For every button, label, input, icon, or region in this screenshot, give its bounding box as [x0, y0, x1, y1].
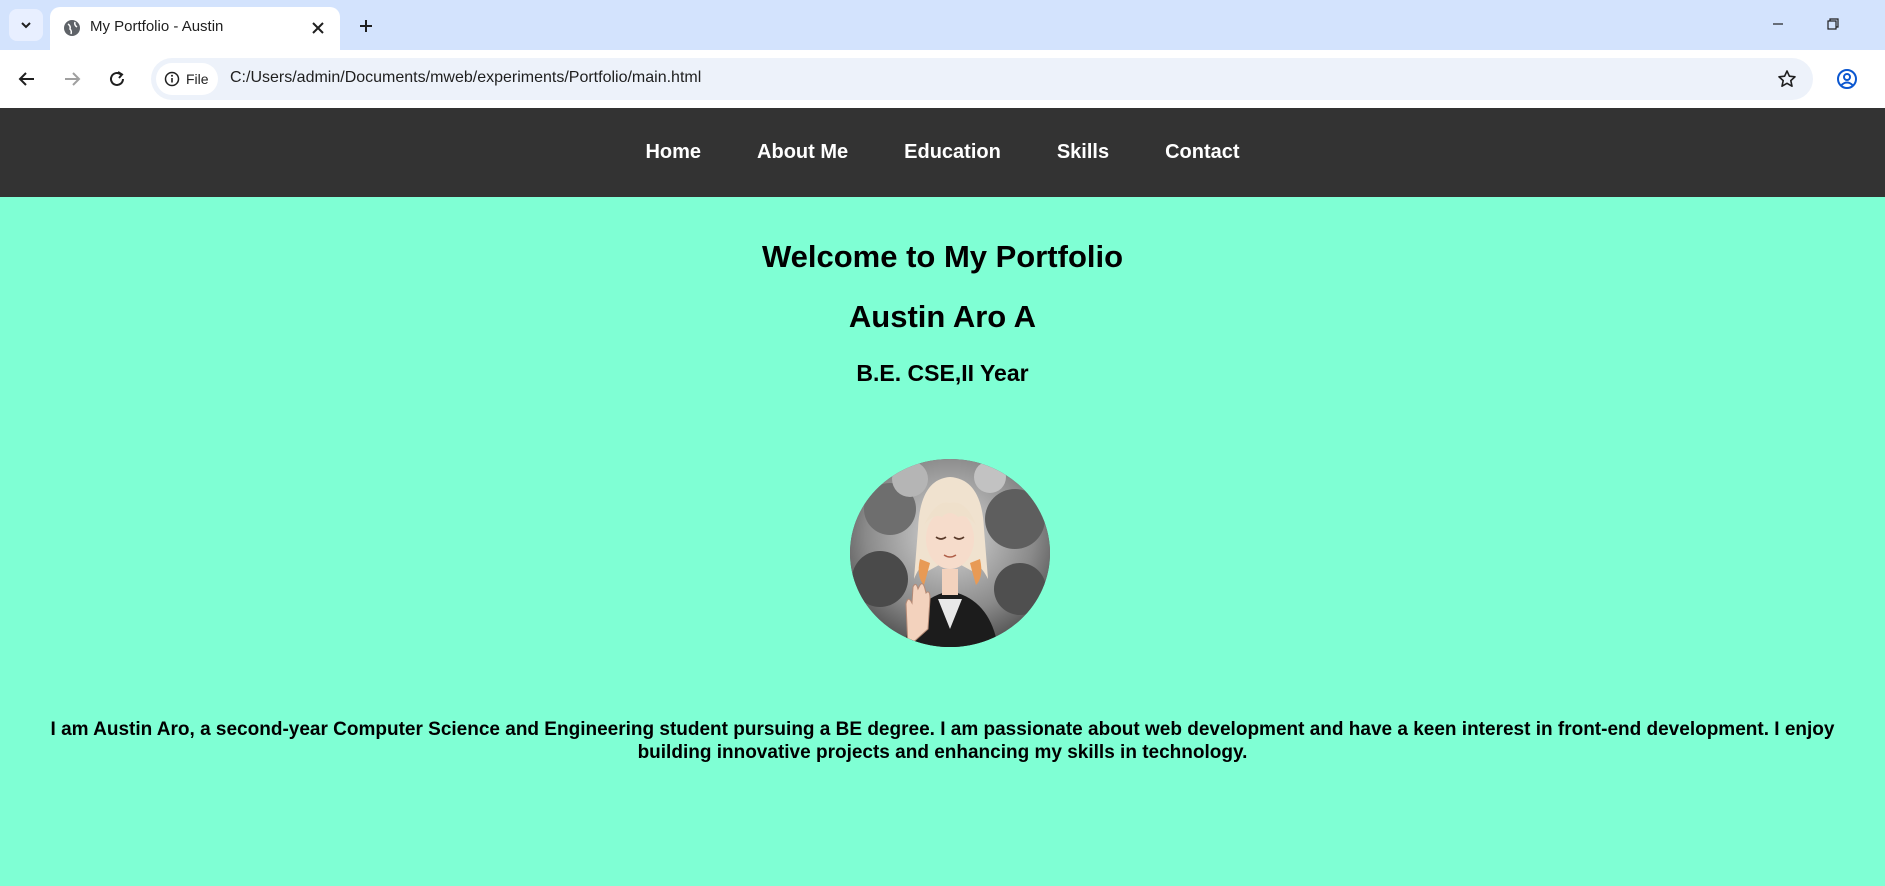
reload-icon — [110, 71, 124, 86]
nav-education[interactable]: Education — [904, 141, 1001, 164]
about-paragraph: I am Austin Aro, a second-year Computer … — [50, 719, 1835, 763]
nav-skills[interactable]: Skills — [1057, 141, 1109, 164]
plus-icon — [360, 20, 372, 32]
tab-strip: My Portfolio - Austin — [0, 0, 1885, 50]
site-info-chip[interactable]: File — [156, 63, 218, 95]
restore-icon — [1827, 18, 1839, 30]
name-heading: Austin Aro A — [848, 299, 1037, 334]
top-navbar: Home About Me Education Skills Contact — [0, 108, 1885, 197]
arrow-right-icon — [65, 72, 81, 86]
profile-button[interactable] — [1829, 61, 1865, 97]
reload-button[interactable] — [99, 61, 135, 97]
page-content: Home About Me Education Skills Contact W… — [0, 108, 1885, 886]
browser-toolbar: File C:/Users/admin/Documents/mweb/exper… — [0, 50, 1885, 108]
minimize-icon — [1773, 23, 1783, 25]
forward-button[interactable] — [54, 61, 90, 97]
url-text[interactable]: C:/Users/admin/Documents/mweb/experiment… — [230, 69, 701, 87]
tab-search-button[interactable] — [9, 9, 43, 41]
site-chip-label: File — [186, 71, 209, 87]
close-icon — [312, 22, 324, 34]
nav-contact[interactable]: Contact — [1165, 141, 1239, 164]
new-tab-button[interactable] — [351, 11, 381, 41]
tab-title: My Portfolio - Austin — [90, 18, 224, 35]
active-tab[interactable]: My Portfolio - Austin — [50, 7, 340, 50]
back-button[interactable] — [9, 61, 45, 97]
welcome-heading: Welcome to My Portfolio — [761, 239, 1124, 274]
globe-icon — [64, 20, 80, 36]
nav-home[interactable]: Home — [645, 141, 701, 164]
star-icon — [1778, 70, 1796, 87]
profile-icon — [1837, 69, 1857, 89]
chevron-down-icon — [21, 22, 31, 29]
degree-heading: B.E. CSE,II Year — [856, 360, 1029, 386]
arrow-left-icon — [18, 72, 34, 86]
nav-about-me[interactable]: About Me — [757, 141, 848, 164]
tab-close-button[interactable] — [306, 16, 330, 40]
address-bar[interactable]: File C:/Users/admin/Documents/mweb/exper… — [151, 58, 1813, 100]
minimize-button[interactable] — [1758, 8, 1798, 40]
profile-photo — [850, 459, 1050, 647]
profile-photo-illustration — [850, 459, 1050, 647]
browser-window: My Portfolio - Austin File C:/Users/admi… — [0, 0, 1885, 886]
info-icon — [164, 71, 180, 87]
restore-button[interactable] — [1813, 8, 1853, 40]
bookmark-button[interactable] — [1773, 65, 1801, 93]
